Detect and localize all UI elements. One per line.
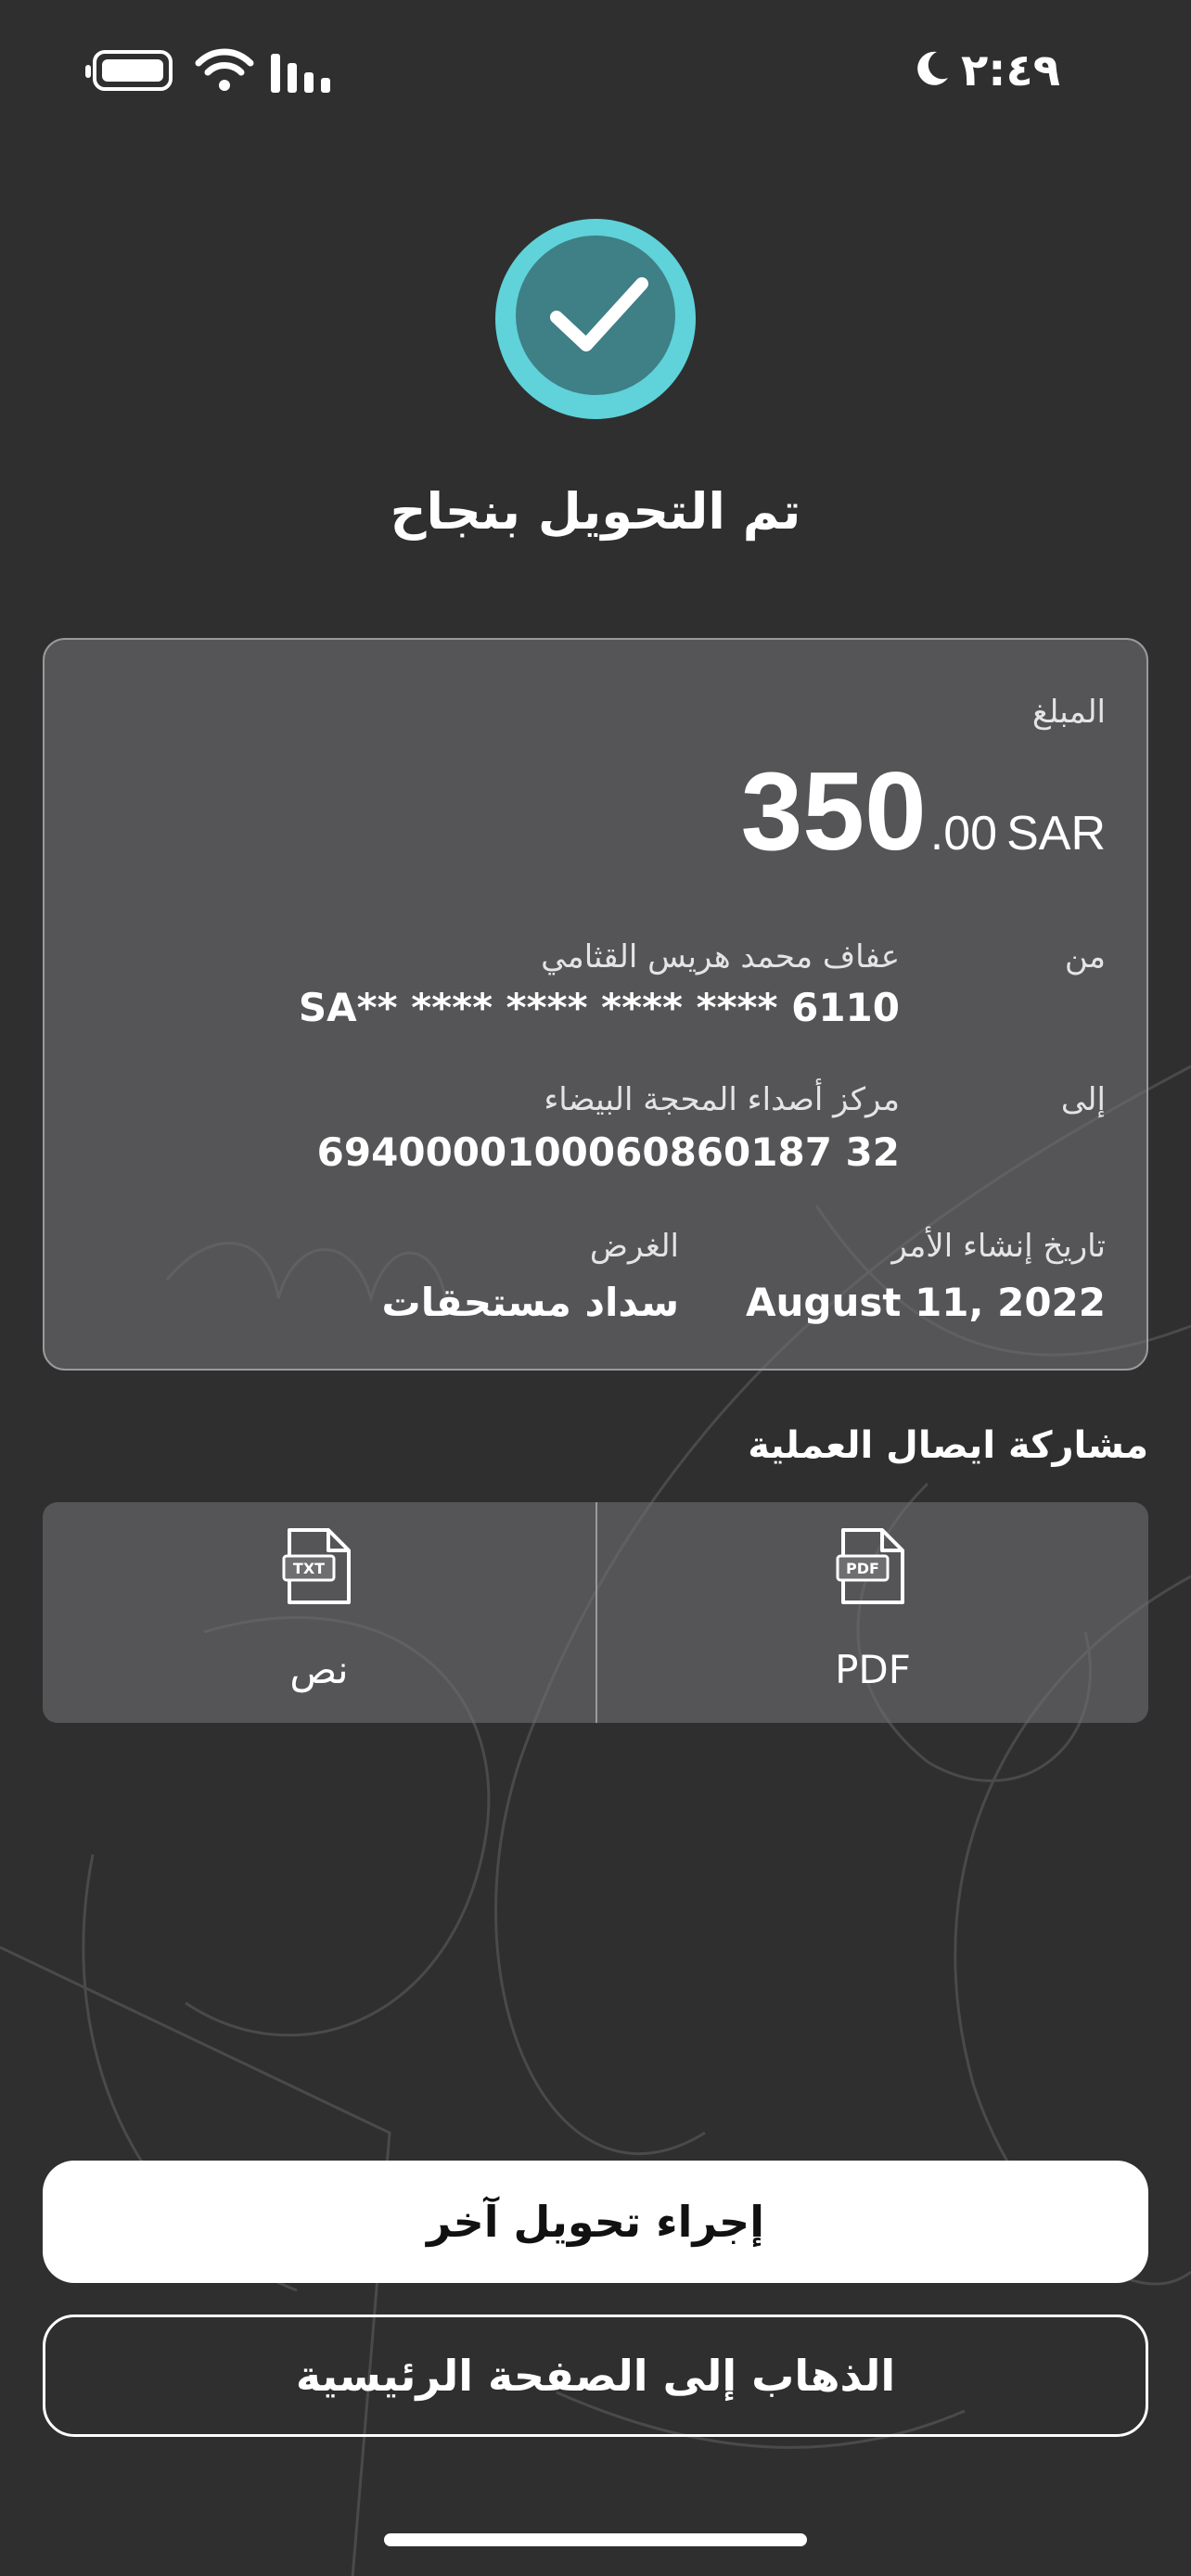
signal-icon (271, 54, 330, 93)
pdf-icon-text: PDF (846, 1560, 879, 1577)
do-not-disturb-moon-icon (917, 51, 948, 85)
amount-fraction: .00 (929, 807, 998, 861)
amount-label: المبلغ (1031, 694, 1106, 731)
order-date: August 11, 2022 (746, 1280, 1106, 1325)
new-transfer-button[interactable]: إجراء تحويل آخر (43, 2161, 1148, 2283)
currency: SAR (1006, 807, 1106, 861)
share-options: PDF PDF TXT نص (43, 1502, 1148, 1723)
home-indicator (384, 2533, 807, 2546)
from-name: عفاف محمد هريس القثامي (541, 938, 900, 976)
share-pdf-button[interactable]: PDF PDF (596, 1502, 1148, 1723)
success-check-icon (493, 217, 698, 421)
purpose-label: الغرض (589, 1228, 679, 1265)
purpose: سداد مستحقات (381, 1280, 680, 1325)
share-text-label: نص (289, 1647, 349, 1692)
amount-value: 350 .00 SAR (741, 747, 1106, 875)
success-title: تم التحويل بنجاح (390, 482, 801, 541)
transfer-details-card: المبلغ 350 .00 SAR من عفاف محمد هريس الق… (43, 638, 1148, 1371)
battery-icon (85, 50, 173, 91)
wifi-icon (195, 48, 254, 91)
to-account: 6940000100060860187 32 (316, 1129, 900, 1175)
txt-file-icon: TXT (282, 1528, 351, 1604)
share-receipt-title: مشاركة ايصال العملية (748, 1424, 1148, 1467)
to-label: إلى (1060, 1081, 1106, 1118)
amount-whole: 350 (740, 749, 927, 874)
to-name: مركز أصداء المحجة البيضاء (544, 1081, 900, 1118)
from-account: SA** **** **** **** **** 6110 (298, 985, 900, 1030)
clock: ٢:٤٩ (961, 45, 1061, 96)
status-bar: ٢:٤٩ (0, 37, 1191, 102)
go-home-button[interactable]: الذهاب إلى الصفحة الرئيسية (43, 2315, 1148, 2437)
order-date-label: تاريخ إنشاء الأمر (891, 1228, 1106, 1265)
txt-icon-text: TXT (293, 1560, 325, 1577)
share-text-button[interactable]: TXT نص (43, 1502, 596, 1723)
from-label: من (1064, 938, 1106, 976)
pdf-file-icon: PDF (836, 1528, 904, 1604)
share-pdf-label: PDF (835, 1647, 911, 1692)
